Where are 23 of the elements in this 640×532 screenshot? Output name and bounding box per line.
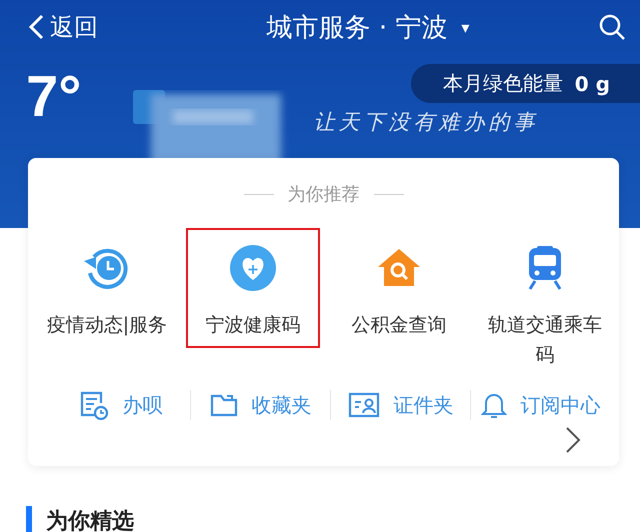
chevron-right-icon[interactable] [565,426,581,454]
back-icon [28,14,44,40]
house-icon [377,248,421,288]
slogan: 让天下没有难办的事 [313,109,538,136]
energy-panel[interactable]: 本月绿色能量 0 g [410,64,640,103]
bell-icon [480,391,506,419]
service-tile[interactable]: 疫情动态|服务 [40,228,174,348]
temperature: 7° [26,68,82,126]
search-icon[interactable] [598,13,626,41]
service-tile[interactable]: 轨道交通乘车码 [478,228,612,372]
card-title: 为你推荐 [288,183,360,206]
document-clock-icon [78,390,108,420]
energy-value: 0 g [574,72,610,96]
id-card-icon [348,392,380,418]
service-tile[interactable]: 公积金查询 [332,228,466,348]
city-selector[interactable]: 城市服务 · 宁波 ▾ [266,10,470,44]
section-marker [26,506,32,532]
section-title: 为你精选 [46,508,134,532]
back-button[interactable]: 返回 [28,11,98,43]
train-icon [527,246,563,290]
service-tile[interactable]: 宁波健康码 [186,228,320,348]
folder-icon [210,392,238,418]
energy-label: 本月绿色能量 [442,70,563,97]
